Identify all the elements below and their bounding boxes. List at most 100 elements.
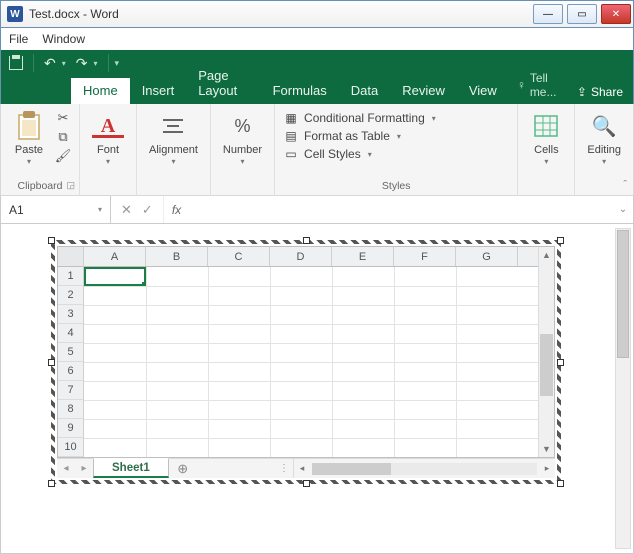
paste-button[interactable]: Paste ▾ xyxy=(9,108,49,168)
add-sheet-button[interactable]: ⊕ xyxy=(169,459,197,478)
column-header[interactable]: G xyxy=(456,247,518,266)
cut-icon[interactable]: ✂ xyxy=(55,110,71,126)
row-header[interactable]: 9 xyxy=(58,419,83,438)
embedded-spreadsheet-object[interactable]: 1 2 3 4 5 6 7 8 9 10 A B C D xyxy=(51,240,561,484)
qat-customize[interactable]: ▾ xyxy=(115,58,120,69)
ribbon: Paste ▾ ✂ ⧉ 🖌 Clipboard◲ A Font ▾ xyxy=(0,104,634,196)
group-cells: Cells ▾ xyxy=(518,104,575,195)
tab-data[interactable]: Data xyxy=(339,78,390,104)
selected-cell[interactable] xyxy=(84,267,146,286)
resize-handle-se[interactable] xyxy=(557,480,564,487)
document-area[interactable]: 1 2 3 4 5 6 7 8 9 10 A B C D xyxy=(0,224,634,554)
format-as-table-button[interactable]: ▤Format as Table▾ xyxy=(283,128,436,144)
resize-handle-n[interactable] xyxy=(303,237,310,244)
column-header[interactable]: E xyxy=(332,247,394,266)
conditional-formatting-button[interactable]: ▦Conditional Formatting▾ xyxy=(283,110,436,126)
document-vertical-scrollbar[interactable] xyxy=(615,228,631,549)
collapse-ribbon-button[interactable]: ˆ xyxy=(623,179,627,191)
enter-formula-icon[interactable]: ✓ xyxy=(142,202,153,218)
number-button[interactable]: % Number ▾ xyxy=(219,108,266,168)
resize-handle-e[interactable] xyxy=(557,359,564,366)
cancel-formula-icon[interactable]: ✕ xyxy=(121,202,132,218)
resize-handle-nw[interactable] xyxy=(48,237,55,244)
row-headers: 1 2 3 4 5 6 7 8 9 10 xyxy=(58,247,84,457)
tab-home[interactable]: Home xyxy=(71,78,130,104)
row-header[interactable]: 6 xyxy=(58,362,83,381)
scroll-right-icon[interactable]: ▸ xyxy=(539,463,555,474)
tab-split[interactable]: ⋮ xyxy=(275,459,293,478)
row-header[interactable]: 2 xyxy=(58,286,83,305)
resize-handle-sw[interactable] xyxy=(48,480,55,487)
formula-input[interactable] xyxy=(189,196,613,223)
redo-dropdown[interactable]: ▾ xyxy=(93,59,97,68)
row-header[interactable]: 10 xyxy=(58,438,83,457)
column-header[interactable]: B xyxy=(146,247,208,266)
tab-view[interactable]: View xyxy=(457,78,509,104)
redo-button[interactable]: ↷ xyxy=(76,55,88,72)
tab-page-layout[interactable]: Page Layout xyxy=(186,63,260,104)
maximize-button[interactable]: ▭ xyxy=(567,4,597,24)
row-header[interactable]: 3 xyxy=(58,305,83,324)
editing-label: Editing xyxy=(587,144,621,156)
formula-bar: A1▾ ✕ ✓ fx ⌄ xyxy=(0,196,634,224)
resize-handle-w[interactable] xyxy=(48,359,55,366)
column-header[interactable]: C xyxy=(208,247,270,266)
resize-handle-s[interactable] xyxy=(303,480,310,487)
fx-icon[interactable]: fx xyxy=(164,203,189,217)
cell-styles-button[interactable]: ▭Cell Styles▾ xyxy=(283,146,436,162)
row-header[interactable]: 8 xyxy=(58,400,83,419)
select-all-corner[interactable] xyxy=(58,247,83,267)
close-button[interactable]: ✕ xyxy=(601,4,631,24)
row-header[interactable]: 4 xyxy=(58,324,83,343)
scroll-thumb[interactable] xyxy=(617,230,629,358)
font-icon: A xyxy=(92,110,124,142)
worksheet: 1 2 3 4 5 6 7 8 9 10 A B C D xyxy=(57,246,555,478)
sheet-nav-prev[interactable]: ▸ xyxy=(75,459,93,478)
cells-icon xyxy=(530,110,562,142)
sheet-tab[interactable]: Sheet1 xyxy=(93,458,169,478)
scroll-up-icon[interactable]: ▲ xyxy=(539,247,554,263)
format-painter-icon[interactable]: 🖌 xyxy=(55,148,71,164)
group-number: % Number ▾ xyxy=(211,104,275,195)
save-icon[interactable] xyxy=(9,56,23,70)
row-header[interactable]: 1 xyxy=(58,267,83,286)
expand-formula-bar[interactable]: ⌄ xyxy=(613,204,633,215)
cell-grid[interactable] xyxy=(84,267,538,457)
tab-review[interactable]: Review xyxy=(390,78,457,104)
sheet-vertical-scrollbar[interactable]: ▲ ▼ xyxy=(538,247,554,457)
sheet-nav-first[interactable]: ◂ xyxy=(57,459,75,478)
sheet-horizontal-scrollbar[interactable]: ◂ ▸ xyxy=(293,459,555,478)
name-box[interactable]: A1▾ xyxy=(1,196,111,223)
column-header[interactable]: D xyxy=(270,247,332,266)
scroll-thumb[interactable] xyxy=(540,334,553,396)
font-label: Font xyxy=(97,144,119,156)
scroll-down-icon[interactable]: ▼ xyxy=(539,441,554,457)
number-label: Number xyxy=(223,144,262,156)
scroll-thumb[interactable] xyxy=(312,463,391,475)
undo-dropdown[interactable]: ▾ xyxy=(62,59,66,68)
menu-file[interactable]: File xyxy=(9,32,28,46)
cell-styles-icon: ▭ xyxy=(283,146,299,162)
scroll-left-icon[interactable]: ◂ xyxy=(294,463,310,474)
cells-button[interactable]: Cells ▾ xyxy=(526,108,566,168)
tab-insert[interactable]: Insert xyxy=(130,78,187,104)
alignment-button[interactable]: Alignment ▾ xyxy=(145,108,202,168)
tell-me-search[interactable]: ♀Tell me... xyxy=(509,66,567,104)
editing-button[interactable]: 🔍 Editing ▾ xyxy=(583,108,625,168)
find-icon: 🔍 xyxy=(588,110,620,142)
menu-window[interactable]: Window xyxy=(42,32,85,46)
minimize-button[interactable]: — xyxy=(533,4,563,24)
font-button[interactable]: A Font ▾ xyxy=(88,108,128,168)
row-header[interactable]: 5 xyxy=(58,343,83,362)
column-header[interactable]: A xyxy=(84,247,146,266)
copy-icon[interactable]: ⧉ xyxy=(55,129,71,145)
tab-formulas[interactable]: Formulas xyxy=(261,78,339,104)
resize-handle-ne[interactable] xyxy=(557,237,564,244)
clipboard-launcher[interactable]: ◲ xyxy=(66,180,75,191)
styles-group-label: Styles xyxy=(382,180,411,192)
share-button[interactable]: ⇪Share xyxy=(567,80,633,104)
row-header[interactable]: 7 xyxy=(58,381,83,400)
word-app-icon: W xyxy=(7,6,23,22)
column-header[interactable]: F xyxy=(394,247,456,266)
undo-button[interactable]: ↶ xyxy=(44,55,56,72)
